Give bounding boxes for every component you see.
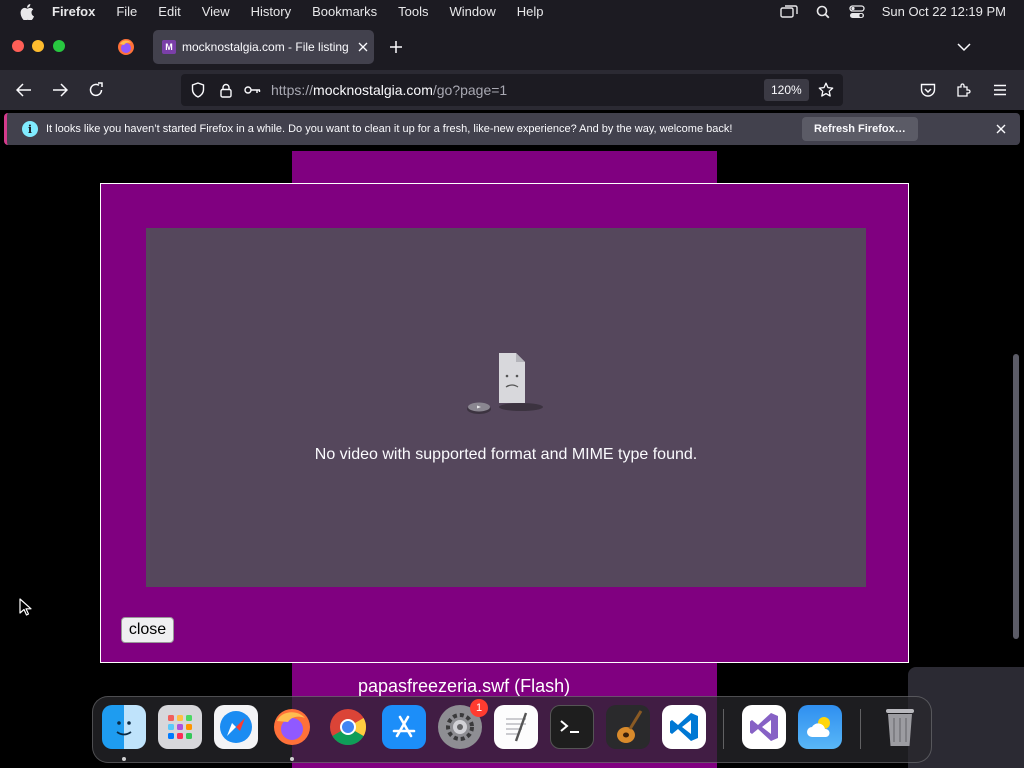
scrollbar-thumb[interactable] bbox=[1013, 354, 1019, 639]
url-host: mocknostalgia.com bbox=[313, 82, 433, 98]
tracking-protection-shield-icon[interactable] bbox=[189, 81, 207, 99]
screen-mirroring-icon[interactable] bbox=[780, 4, 798, 19]
site-favicon-icon: M bbox=[162, 40, 176, 54]
url-text[interactable]: https://mocknostalgia.com/go?page=1 bbox=[271, 82, 507, 98]
page-content: papasfreezeria.swf (Flash) No video with… bbox=[0, 151, 1024, 768]
back-arrow-icon[interactable] bbox=[12, 78, 36, 102]
macos-menu-bar: Firefox File Edit View History Bookmarks… bbox=[0, 0, 1024, 23]
app-menu-hamburger-icon[interactable] bbox=[988, 78, 1012, 102]
app-store-icon[interactable] bbox=[382, 705, 426, 749]
firefox-icon bbox=[118, 39, 134, 55]
apple-menu-icon[interactable] bbox=[18, 3, 36, 21]
url-bar[interactable]: https://mocknostalgia.com/go?page=1 120% bbox=[181, 74, 843, 106]
url-path: /go?page=1 bbox=[432, 82, 508, 98]
video-error-message: No video with supported format and MIME … bbox=[314, 446, 698, 463]
navigation-toolbar: https://mocknostalgia.com/go?page=1 120% bbox=[0, 70, 1024, 110]
menu-help[interactable]: Help bbox=[517, 4, 544, 19]
forward-arrow-icon[interactable] bbox=[48, 78, 72, 102]
menu-bar-clock[interactable]: Sun Oct 22 12:19 PM bbox=[882, 4, 1006, 19]
notification-close-icon[interactable] bbox=[994, 122, 1008, 136]
tab-bar: M mocknostalgia.com - File listing bbox=[0, 23, 1024, 70]
pocket-icon[interactable] bbox=[916, 78, 940, 102]
menu-window[interactable]: Window bbox=[450, 4, 496, 19]
textedit-icon[interactable] bbox=[494, 705, 538, 749]
visual-studio-icon[interactable] bbox=[742, 705, 786, 749]
pinned-tab-firefox[interactable] bbox=[110, 30, 142, 64]
key-permissions-icon[interactable] bbox=[243, 81, 261, 99]
window-minimize-button[interactable] bbox=[32, 40, 44, 52]
url-prefix: https:// bbox=[271, 82, 314, 98]
bookmark-star-icon[interactable] bbox=[817, 81, 835, 99]
file-caption[interactable]: papasfreezeria.swf (Flash) bbox=[358, 676, 570, 697]
reload-icon[interactable] bbox=[84, 78, 108, 102]
refresh-firefox-button[interactable]: Refresh Firefox… bbox=[802, 117, 918, 141]
dock-separator-2 bbox=[860, 709, 861, 749]
menu-file[interactable]: File bbox=[116, 4, 137, 19]
video-modal: No video with supported format and MIME … bbox=[100, 183, 909, 663]
chrome-icon[interactable] bbox=[326, 705, 370, 749]
new-tab-plus-icon[interactable] bbox=[386, 37, 406, 57]
system-settings-icon[interactable]: 1 bbox=[438, 699, 488, 749]
garageband-icon[interactable] bbox=[606, 705, 650, 749]
launchpad-icon[interactable] bbox=[158, 705, 202, 749]
weather-icon[interactable] bbox=[798, 705, 842, 749]
menu-view[interactable]: View bbox=[202, 4, 230, 19]
menu-bookmarks[interactable]: Bookmarks bbox=[312, 4, 377, 19]
list-all-tabs-chevron-icon[interactable] bbox=[954, 37, 974, 57]
menu-tools[interactable]: Tools bbox=[398, 4, 428, 19]
menu-edit[interactable]: Edit bbox=[158, 4, 180, 19]
finder-icon[interactable] bbox=[102, 705, 146, 749]
vscode-icon[interactable] bbox=[662, 705, 706, 749]
safari-icon[interactable] bbox=[214, 705, 258, 749]
control-center-icon[interactable] bbox=[848, 4, 866, 19]
menu-history[interactable]: History bbox=[251, 4, 291, 19]
tab-title: mocknostalgia.com - File listing bbox=[182, 40, 349, 54]
video-player[interactable]: No video with supported format and MIME … bbox=[146, 228, 866, 587]
extensions-puzzle-icon[interactable] bbox=[952, 78, 976, 102]
menu-app-name[interactable]: Firefox bbox=[52, 4, 95, 19]
window-zoom-button[interactable] bbox=[53, 40, 65, 52]
window-close-button[interactable] bbox=[12, 40, 24, 52]
menu-bar-extras: Sun Oct 22 12:19 PM bbox=[780, 0, 1006, 23]
tab-close-icon[interactable] bbox=[356, 40, 370, 54]
info-icon: i bbox=[22, 121, 38, 137]
firefox-icon[interactable] bbox=[270, 705, 314, 749]
zoom-level-button[interactable]: 120% bbox=[764, 79, 809, 101]
firefox-running-indicator bbox=[290, 757, 294, 761]
unsupported-media-icon bbox=[467, 353, 543, 414]
trash-icon[interactable] bbox=[878, 705, 922, 749]
screen: Firefox File Edit View History Bookmarks… bbox=[0, 0, 1024, 768]
macos-dock: 1 bbox=[92, 696, 932, 763]
finder-running-indicator bbox=[122, 757, 126, 761]
settings-notification-badge: 1 bbox=[470, 699, 488, 717]
refresh-firefox-notification: i It looks like you haven’t started Fire… bbox=[4, 113, 1020, 145]
spotlight-search-icon[interactable] bbox=[814, 5, 832, 19]
modal-close-button[interactable]: close bbox=[121, 617, 174, 643]
dock-separator bbox=[723, 709, 724, 749]
notification-message: It looks like you haven’t started Firefo… bbox=[46, 123, 733, 135]
lock-icon[interactable] bbox=[217, 81, 235, 99]
mouse-pointer-icon bbox=[19, 598, 32, 616]
tab-active[interactable]: M mocknostalgia.com - File listing bbox=[153, 30, 374, 64]
terminal-icon[interactable] bbox=[550, 705, 594, 749]
